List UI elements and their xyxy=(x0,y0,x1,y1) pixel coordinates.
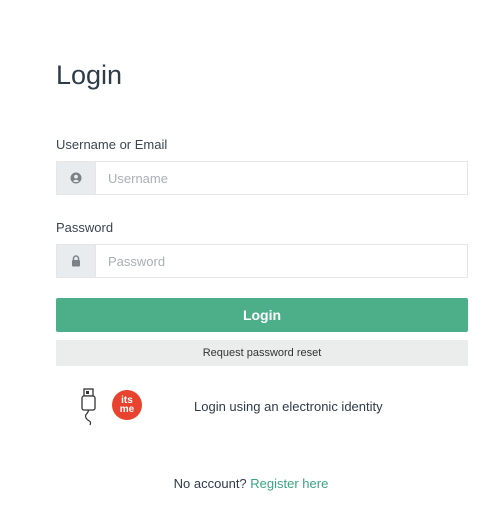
username-field xyxy=(56,161,468,195)
lock-icon xyxy=(57,245,96,277)
register-prompt: No account? Register here xyxy=(0,476,502,491)
itsme-logo-me: me xyxy=(119,404,135,415)
username-input[interactable] xyxy=(96,162,467,194)
itsme-logo: its me xyxy=(112,390,142,420)
page-title: Login xyxy=(56,60,123,90)
login-button[interactable]: Login xyxy=(56,298,468,332)
username-label: Username or Email xyxy=(56,137,168,152)
electronic-identity-link[interactable]: Login using an electronic identity xyxy=(194,399,383,414)
card-reader-icon xyxy=(78,388,100,431)
no-account-text: No account? xyxy=(173,476,251,491)
request-password-reset-button[interactable]: Request password reset xyxy=(56,340,468,366)
password-field xyxy=(56,244,468,278)
password-input[interactable] xyxy=(96,245,467,277)
electronic-identity-login[interactable]: its me Login using an electronic identit… xyxy=(72,384,452,428)
user-icon xyxy=(57,162,96,194)
password-label: Password xyxy=(56,220,114,235)
register-link[interactable]: Register here xyxy=(250,476,328,491)
